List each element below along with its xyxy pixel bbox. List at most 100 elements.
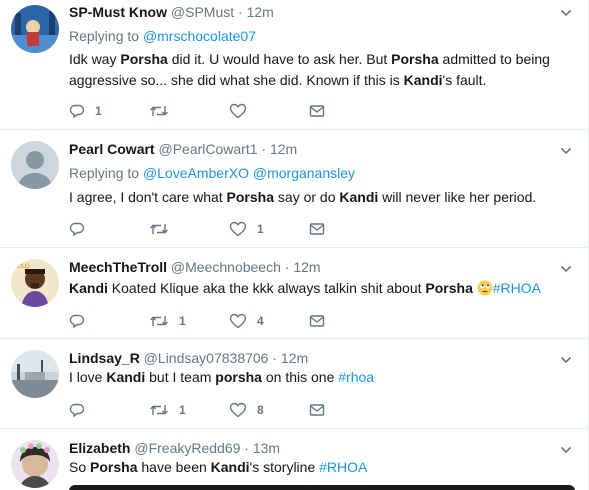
heart-icon	[229, 103, 247, 119]
tweet-text: Kandi Koated Klique aka the kkk always t…	[69, 278, 572, 299]
direct-message-button[interactable]	[309, 313, 389, 329]
username[interactable]: @Meechnobeech	[171, 259, 281, 275]
direct-message-button[interactable]	[309, 103, 389, 119]
envelope-icon	[309, 404, 325, 416]
tweet-feed: SP-Must Know @SPMust · 12m Replying to @…	[0, 0, 589, 490]
chevron-down-icon[interactable]	[560, 354, 572, 366]
hashtag-link[interactable]: #RHOA	[319, 459, 367, 475]
retweet-icon	[150, 405, 168, 415]
avatar[interactable]: LOLO	[11, 259, 59, 307]
keyword-highlight: Porsha	[120, 51, 168, 67]
mention-link[interactable]: @mrschocolate07	[143, 28, 256, 44]
tweet-2[interactable]: LOLO MeechTheTroll @Meechnobeech · 12m K…	[0, 248, 588, 339]
replying-to: Replying to @LoveAmberXO @morganansley	[69, 165, 355, 181]
heart-icon	[229, 313, 247, 329]
chevron-down-icon[interactable]	[560, 7, 572, 19]
replying-to-label: Replying to	[69, 28, 140, 44]
mention-link[interactable]: @LoveAmberXO	[143, 165, 249, 181]
chevron-down-icon[interactable]	[560, 145, 572, 157]
keyword-highlight: Kandi	[339, 189, 379, 205]
tweet-4[interactable]: Elizabeth @FreakyRedd69 · 13m So Porsha …	[0, 429, 588, 490]
avatar[interactable]	[11, 350, 59, 398]
retweet-button[interactable]: 1	[149, 313, 229, 329]
retweet-button[interactable]: 1	[149, 402, 229, 418]
timestamp[interactable]: 12m	[270, 141, 297, 157]
separator: ·	[238, 4, 243, 20]
direct-message-button[interactable]	[309, 402, 389, 418]
display-name[interactable]: Pearl Cowart	[69, 141, 155, 157]
text-segment: I love	[69, 369, 107, 385]
retweet-button[interactable]	[149, 103, 229, 119]
like-button[interactable]: 4	[229, 313, 309, 329]
display-name[interactable]: MeechTheTroll	[69, 259, 167, 275]
reply-button[interactable]	[69, 402, 149, 418]
reply-icon	[69, 104, 85, 119]
svg-text:LOLO: LOLO	[14, 263, 30, 270]
keyword-highlight: Porsha	[425, 280, 473, 296]
like-button[interactable]	[229, 103, 309, 119]
reply-count: 1	[95, 104, 102, 118]
display-name[interactable]: Lindsay_R	[69, 350, 140, 366]
hashtag-link[interactable]: #rhoa	[338, 369, 374, 385]
retweet-count: 1	[179, 403, 186, 417]
tweet-text: So Porsha have been Kandi's storyline #R…	[69, 457, 572, 478]
display-name[interactable]: Elizabeth	[69, 440, 130, 456]
reply-button[interactable]	[69, 221, 149, 237]
chevron-down-icon[interactable]	[560, 444, 572, 456]
like-button[interactable]: 8	[229, 402, 309, 418]
keyword-highlight: Porsha	[391, 51, 439, 67]
text-segment: but I team	[145, 369, 216, 385]
separator: ·	[261, 141, 267, 157]
username[interactable]: @Lindsay07838706	[144, 350, 269, 366]
envelope-icon	[309, 315, 325, 327]
text-segment: on this one	[261, 369, 339, 385]
separator: ·	[272, 350, 278, 366]
reply-button[interactable]	[69, 313, 149, 329]
username[interactable]: @SPMust	[171, 4, 234, 20]
timestamp[interactable]: 12m	[281, 350, 308, 366]
tweet-actions: 1	[69, 102, 389, 120]
text-segment: Idk way	[69, 51, 121, 67]
tweet-0[interactable]: SP-Must Know @SPMust · 12m Replying to @…	[0, 0, 588, 130]
tweet-3[interactable]: Lindsay_R @Lindsay07838706 · 12m I love …	[0, 339, 588, 429]
tweet-header: Elizabeth @FreakyRedd69 · 13m	[69, 440, 548, 456]
direct-message-button[interactable]	[309, 221, 389, 237]
username[interactable]: @FreakyRedd69	[134, 440, 240, 456]
like-count: 4	[257, 314, 264, 328]
retweet-icon	[150, 224, 168, 234]
tweet-1[interactable]: Pearl Cowart @PearlCowart1 · 12m Replyin…	[0, 130, 588, 248]
retweet-button[interactable]	[149, 221, 229, 237]
tweet-header: MeechTheTroll @Meechnobeech · 12m	[69, 259, 548, 275]
reply-icon	[69, 222, 85, 237]
envelope-icon	[309, 223, 325, 235]
tweet-text: I agree, I don't care what Porsha say or…	[69, 187, 572, 208]
avatar[interactable]	[11, 141, 59, 189]
tweet-header: Pearl Cowart @PearlCowart1 · 12m	[69, 141, 548, 157]
timestamp[interactable]: 12m	[247, 4, 274, 20]
text-segment: Koated Klique aka the kkk always talkin …	[107, 280, 426, 296]
hashtag-link[interactable]: #RHOA	[493, 280, 541, 296]
tweet-text: Idk way Porsha did it. U would have to a…	[69, 49, 572, 91]
like-button[interactable]: 1	[229, 221, 309, 237]
separator: ·	[244, 440, 249, 456]
avatar[interactable]	[11, 5, 59, 53]
chevron-down-icon[interactable]	[560, 263, 572, 275]
tweet-media-preview[interactable]	[69, 485, 575, 490]
like-count: 8	[257, 403, 264, 417]
tweet-actions: 1 4	[69, 312, 389, 330]
username[interactable]: @PearlCowart1	[158, 141, 257, 157]
reply-button[interactable]: 1	[69, 103, 149, 119]
envelope-icon	[309, 105, 325, 117]
tweet-actions: 1	[69, 220, 389, 238]
keyword-highlight: Porsha	[90, 459, 138, 475]
keyword-highlight: porsha	[215, 369, 262, 385]
timestamp[interactable]: 13m	[253, 440, 280, 456]
display-name[interactable]: SP-Must Know	[69, 4, 167, 20]
mention-link[interactable]: @morganansley	[253, 165, 355, 181]
text-segment: have been	[137, 459, 211, 475]
text-segment: did it. U would have to ask her. But	[167, 51, 392, 67]
avatar[interactable]	[11, 440, 59, 488]
tweet-text: I love Kandi but I team porsha on this o…	[69, 367, 572, 388]
text-segment: So	[69, 459, 91, 475]
timestamp[interactable]: 12m	[293, 259, 320, 275]
